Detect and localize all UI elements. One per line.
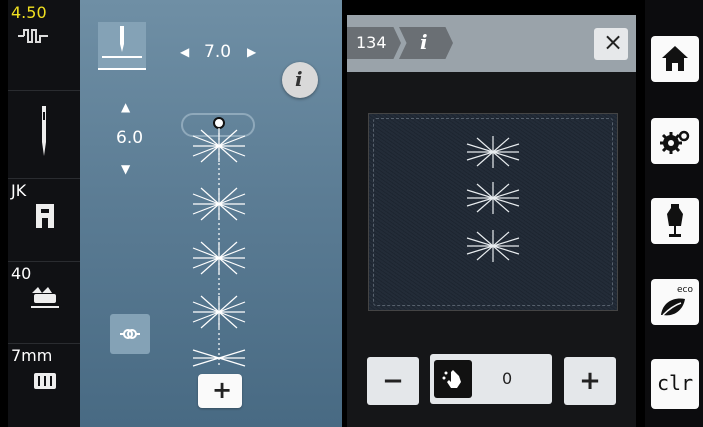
needle-icon	[42, 106, 46, 156]
left-status-bar: 4.50 JK 40 7mm	[8, 0, 80, 427]
close-button[interactable]: ×	[594, 28, 628, 60]
dress-form-icon	[667, 204, 683, 237]
presser-foot-label: JK	[11, 181, 27, 200]
fabric-preview	[368, 113, 618, 311]
length-increase-arrow-icon[interactable]: ▶	[247, 45, 256, 59]
decrease-button[interactable]: −	[367, 357, 419, 405]
feed-dog-icon	[31, 287, 59, 308]
stitch-width-cell[interactable]: 4.50	[8, 0, 80, 91]
presser-foot-icon	[36, 204, 54, 228]
home-button[interactable]	[651, 36, 699, 82]
needle-position-button[interactable]	[98, 22, 146, 70]
increase-button[interactable]: +	[564, 357, 616, 405]
counter-field[interactable]: 0	[430, 354, 552, 404]
buttonhole-icon	[34, 373, 56, 389]
stitch-length-value: 7.0	[204, 42, 232, 62]
tension-cell[interactable]: 40	[8, 261, 80, 344]
setup-button[interactable]	[651, 118, 699, 164]
info-icon: i	[295, 67, 303, 91]
clear-button[interactable]: clr	[651, 359, 699, 409]
info-button[interactable]: i	[282, 62, 318, 98]
leaf-icon	[661, 298, 685, 316]
info-tab[interactable]: i	[399, 27, 453, 59]
presser-foot-cell[interactable]: JK	[8, 178, 80, 262]
tension-value: 40	[11, 264, 32, 283]
length-decrease-arrow-icon[interactable]: ◀	[180, 45, 189, 59]
clear-label: clr	[657, 371, 694, 395]
needle-baseline	[102, 56, 142, 58]
pattern-end-button[interactable]	[110, 314, 150, 354]
needle-cell[interactable]	[8, 90, 80, 179]
right-nav-bar: eco clr	[645, 0, 703, 427]
position-up-arrow-icon[interactable]: ▲	[121, 100, 130, 114]
eco-button[interactable]: eco	[651, 279, 699, 325]
stitch-pattern-preview	[181, 113, 255, 368]
hand-pointer-icon	[442, 370, 461, 388]
stitch-width-icon	[18, 29, 48, 43]
position-down-arrow-icon[interactable]: ▼	[121, 162, 130, 176]
buttonhole-cell[interactable]: 7mm	[8, 343, 80, 427]
stitch-position-value: 6.0	[116, 128, 144, 148]
stitch-sample-icon	[466, 136, 520, 262]
stitch-width-value: 4.50	[11, 3, 47, 22]
add-stitch-label: +	[212, 376, 233, 404]
increase-label: +	[579, 366, 601, 396]
gear-icon	[660, 130, 690, 154]
stitch-editor-area: ◀ 7.0 ▶ i ▲ 6.0 ▼ +	[80, 0, 342, 427]
decrease-label: −	[382, 366, 404, 396]
stitch-number-tab[interactable]: 134	[347, 27, 401, 59]
eco-label: eco	[677, 285, 693, 295]
stitch-number: 134	[356, 33, 387, 52]
counter-value: 0	[502, 369, 513, 388]
tutorial-button[interactable]	[651, 198, 699, 244]
close-icon: ×	[603, 28, 624, 56]
add-stitch-button[interactable]: +	[198, 374, 242, 408]
buttonhole-value: 7mm	[11, 346, 53, 365]
balance-button[interactable]	[434, 360, 472, 398]
pattern-repeat-icon	[120, 329, 140, 339]
needle-position-icon	[120, 26, 124, 52]
home-icon	[662, 46, 688, 71]
info-tab-label: i	[420, 30, 428, 54]
